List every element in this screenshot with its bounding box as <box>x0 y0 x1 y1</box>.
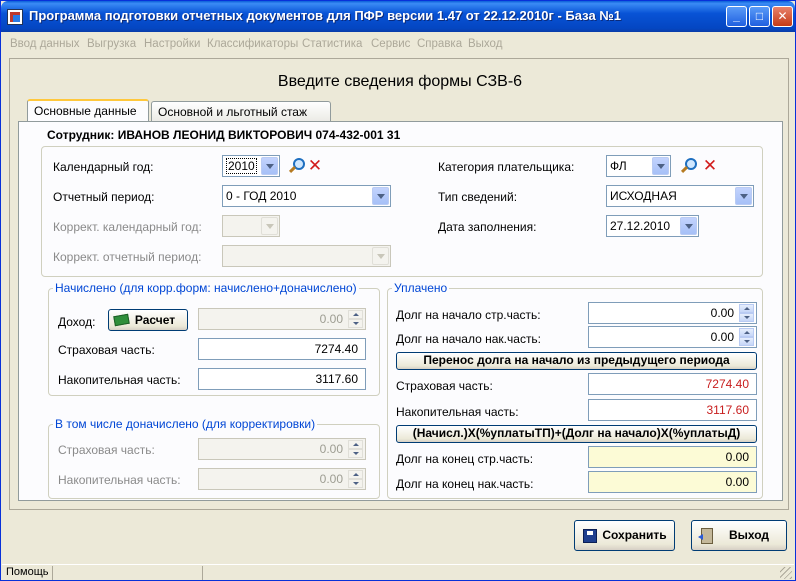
transfer-debt-button[interactable]: Перенос долга на начало из предыдущего п… <box>396 352 757 370</box>
window-title: Программа подготовки отчетных документов… <box>29 8 622 23</box>
employee-info: Сотрудник: ИВАНОВ ЛЕОНИД ВИКТОРОВИЧ 074-… <box>47 128 401 142</box>
chevron-down-icon[interactable] <box>261 157 278 175</box>
clear-icon[interactable]: ✕ <box>702 157 718 174</box>
paid-legend: Уплачено <box>394 281 448 295</box>
accrued-insurance-label: Страховая часть: <box>58 343 155 357</box>
paid-insurance-input[interactable]: 7274.40 <box>588 373 757 395</box>
additional-legend: В том числе доначислено (для корректиров… <box>55 417 316 431</box>
tab-work-experience[interactable]: Основной и льготный стаж <box>151 101 331 121</box>
resize-grip[interactable] <box>780 567 792 579</box>
menu-exit[interactable]: Выход <box>468 38 502 50</box>
info-type-select[interactable]: ИСХОДНАЯ <box>606 185 754 207</box>
debt-end-funded-input[interactable]: 0.00 <box>588 471 757 493</box>
additional-insurance-input: 0.00 <box>198 438 366 460</box>
menu-export[interactable]: Выгрузка <box>87 38 136 50</box>
debt-start-insurance-input[interactable]: 0.00 <box>588 302 757 324</box>
debt-start-insurance-label: Долг на начало стр.часть: <box>396 308 541 322</box>
exit-door-icon <box>698 528 713 544</box>
debt-end-insurance-label: Долг на конец стр.часть: <box>396 452 534 466</box>
corr-period-label: Коррект. отчетный период: <box>53 250 202 264</box>
debt-start-funded-spinner[interactable] <box>739 328 755 346</box>
fill-date-picker[interactable]: 27.12.2010 <box>606 215 699 237</box>
chevron-down-icon[interactable] <box>680 217 697 235</box>
period-label: Отчетный период: <box>53 190 155 204</box>
status-bar: Помощь <box>2 564 794 580</box>
application-window: Программа подготовки отчетных документов… <box>0 0 796 581</box>
paid-insurance-label: Страховая часть: <box>396 379 493 393</box>
money-icon <box>113 313 130 327</box>
fill-date-label: Дата заполнения: <box>438 220 537 234</box>
additional-funded-label: Накопительная часть: <box>58 473 181 487</box>
debt-start-funded-input[interactable]: 0.00 <box>588 326 757 348</box>
tab-main-data[interactable]: Основные данные <box>27 99 149 121</box>
additional-funded-input: 0.00 <box>198 468 366 490</box>
corr-period-select <box>222 245 391 267</box>
main-panel: Введите сведения формы СЗВ-6 Основные да… <box>9 58 789 510</box>
minimize-button[interactable]: _ <box>726 6 747 27</box>
menu-service[interactable]: Сервис <box>371 38 410 50</box>
menu-statistics[interactable]: Статистика <box>302 38 362 50</box>
info-type-label: Тип сведений: <box>438 190 518 204</box>
title-bar[interactable]: Программа подготовки отчетных документов… <box>1 1 795 32</box>
calc-button[interactable]: Расчет <box>108 309 188 331</box>
paid-funded-label: Накопительная часть: <box>396 405 519 419</box>
paid-funded-input[interactable]: 3117.60 <box>588 399 757 421</box>
debt-start-insurance-spinner[interactable] <box>739 304 755 322</box>
status-separator <box>52 566 53 580</box>
year-label: Календарный год: <box>53 160 154 174</box>
menu-bar: Ввод данных Выгрузка Настройки Классифик… <box>2 32 794 57</box>
save-button[interactable]: Сохранить <box>574 520 675 551</box>
additional-insurance-label: Страховая часть: <box>58 443 155 457</box>
year-select[interactable]: 2010 <box>222 155 280 177</box>
clear-icon[interactable]: ✕ <box>307 157 323 174</box>
chevron-down-icon[interactable] <box>652 157 669 175</box>
chevron-down-icon[interactable] <box>735 187 752 205</box>
additional-insurance-spinner <box>348 440 364 458</box>
status-help-text: Помощь <box>6 566 49 578</box>
corr-year-label: Коррект. календарный год: <box>53 220 202 234</box>
menu-classifiers[interactable]: Классификаторы <box>207 38 298 50</box>
corr-year-select <box>222 215 280 237</box>
menu-settings[interactable]: Настройки <box>144 38 200 50</box>
floppy-disk-icon <box>583 529 597 543</box>
menu-data-entry[interactable]: Ввод данных <box>10 38 80 50</box>
period-select[interactable]: 0 - ГОД 2010 <box>222 185 391 207</box>
search-icon[interactable] <box>680 158 697 174</box>
income-label: Доход: <box>58 315 96 329</box>
income-spinner <box>348 310 364 328</box>
exit-button[interactable]: Выход <box>691 520 787 551</box>
form-title: Введите сведения формы СЗВ-6 <box>277 73 523 90</box>
debt-start-funded-label: Долг на начало нак.часть: <box>396 332 542 346</box>
accrued-insurance-input[interactable]: 7274.40 <box>198 338 366 360</box>
app-icon <box>7 9 23 25</box>
accrued-funded-input[interactable]: 3117.60 <box>198 368 366 390</box>
accrued-funded-label: Накопительная часть: <box>58 373 181 387</box>
chevron-down-icon <box>372 247 389 265</box>
search-icon[interactable] <box>288 158 305 174</box>
maximize-button[interactable]: □ <box>749 6 770 27</box>
payer-category-label: Категория плательщика: <box>438 160 575 174</box>
additional-funded-spinner <box>348 470 364 488</box>
chevron-down-icon[interactable] <box>372 187 389 205</box>
chevron-down-icon <box>261 217 278 235</box>
income-input: 0.00 <box>198 308 366 330</box>
debt-end-funded-label: Долг на конец нак.часть: <box>396 477 534 491</box>
close-button[interactable]: ✕ <box>772 6 793 27</box>
debt-end-insurance-input[interactable]: 0.00 <box>588 446 757 468</box>
payer-category-select[interactable]: ФЛ <box>606 155 671 177</box>
menu-help[interactable]: Справка <box>417 38 462 50</box>
formula-button[interactable]: (Начисл.)Х(%уплатыТП)+(Долг на начало)Х(… <box>396 425 757 443</box>
status-separator <box>202 566 203 580</box>
accrued-legend: Начислено (для корр.форм: начислено+дона… <box>55 281 357 295</box>
